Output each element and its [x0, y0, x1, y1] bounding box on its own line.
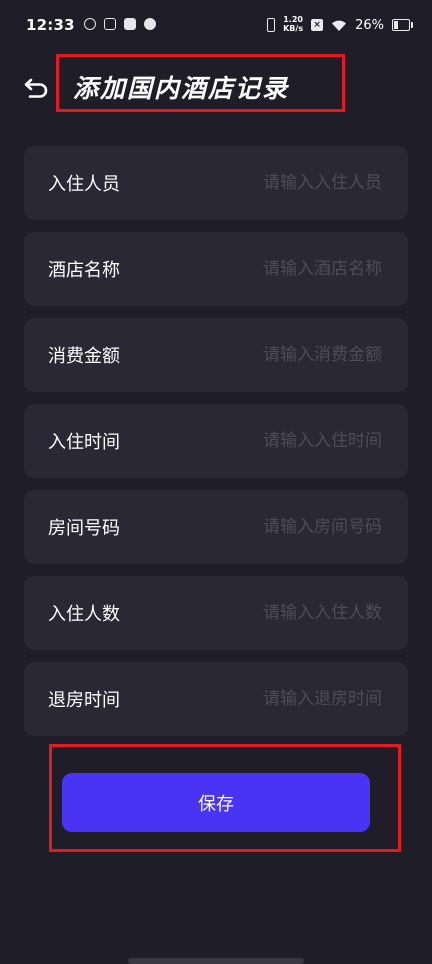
chat-notification-icon — [144, 18, 156, 30]
network-speed-value: 1.20 — [283, 15, 303, 24]
app-screen: 12:33 1.20 KB/s × 26% 添加国内酒店记录 入住人员 请输入入… — [0, 0, 432, 964]
vibrate-icon — [267, 18, 276, 32]
no-sim-icon: × — [311, 19, 324, 31]
hotel-name-input[interactable] — [210, 258, 384, 280]
battery-icon — [392, 19, 413, 31]
field-row-occupant: 入住人员 — [24, 146, 408, 220]
field-label-checkout-time: 退房时间 — [48, 690, 120, 711]
calendar-notification-icon — [104, 18, 116, 30]
back-button[interactable] — [22, 72, 52, 102]
home-indicator[interactable] — [128, 958, 304, 964]
status-bar: 12:33 1.20 KB/s × 26% — [0, 0, 432, 50]
network-speed: 1.20 KB/s — [283, 15, 303, 33]
title-highlight-box: 添加国内酒店记录 — [56, 54, 345, 112]
field-label-occupant: 入住人员 — [48, 174, 120, 195]
battery-fill — [394, 21, 399, 29]
app-notification-icon — [84, 18, 96, 30]
hotel-record-form: 入住人员 酒店名称 消费金额 入住时间 房间号码 入住人数 退房时间 — [24, 146, 408, 748]
save-button[interactable]: 保存 — [62, 773, 370, 832]
message-notification-icon — [124, 18, 136, 30]
page-header: 添加国内酒店记录 — [0, 50, 432, 120]
amount-input[interactable] — [210, 344, 384, 366]
status-time: 12:33 — [26, 16, 75, 34]
checkin-time-input[interactable] — [210, 430, 384, 452]
field-label-checkin-time: 入住时间 — [48, 432, 120, 453]
field-label-room-number: 房间号码 — [48, 518, 120, 539]
checkout-time-input[interactable] — [210, 688, 384, 710]
field-label-guest-count: 入住人数 — [48, 604, 120, 625]
wifi-icon — [331, 19, 347, 32]
room-number-input[interactable] — [210, 516, 384, 538]
field-row-guest-count: 入住人数 — [24, 576, 408, 650]
system-status-icons: 1.20 KB/s × 26% — [267, 15, 413, 34]
field-label-amount: 消费金额 — [48, 346, 120, 367]
back-arrow-icon — [24, 78, 48, 98]
battery-percent: 26% — [355, 17, 384, 33]
field-row-checkin-time: 入住时间 — [24, 404, 408, 478]
field-label-hotel-name: 酒店名称 — [48, 260, 120, 281]
guest-count-input[interactable] — [210, 602, 384, 624]
field-row-checkout-time: 退房时间 — [24, 662, 408, 736]
page-title: 添加国内酒店记录 — [73, 74, 290, 103]
field-row-room-number: 房间号码 — [24, 490, 408, 564]
network-speed-unit: KB/s — [283, 24, 304, 33]
field-row-hotel-name: 酒店名称 — [24, 232, 408, 306]
field-row-amount: 消费金额 — [24, 318, 408, 392]
notification-icons — [84, 18, 156, 30]
occupant-input[interactable] — [210, 172, 384, 194]
